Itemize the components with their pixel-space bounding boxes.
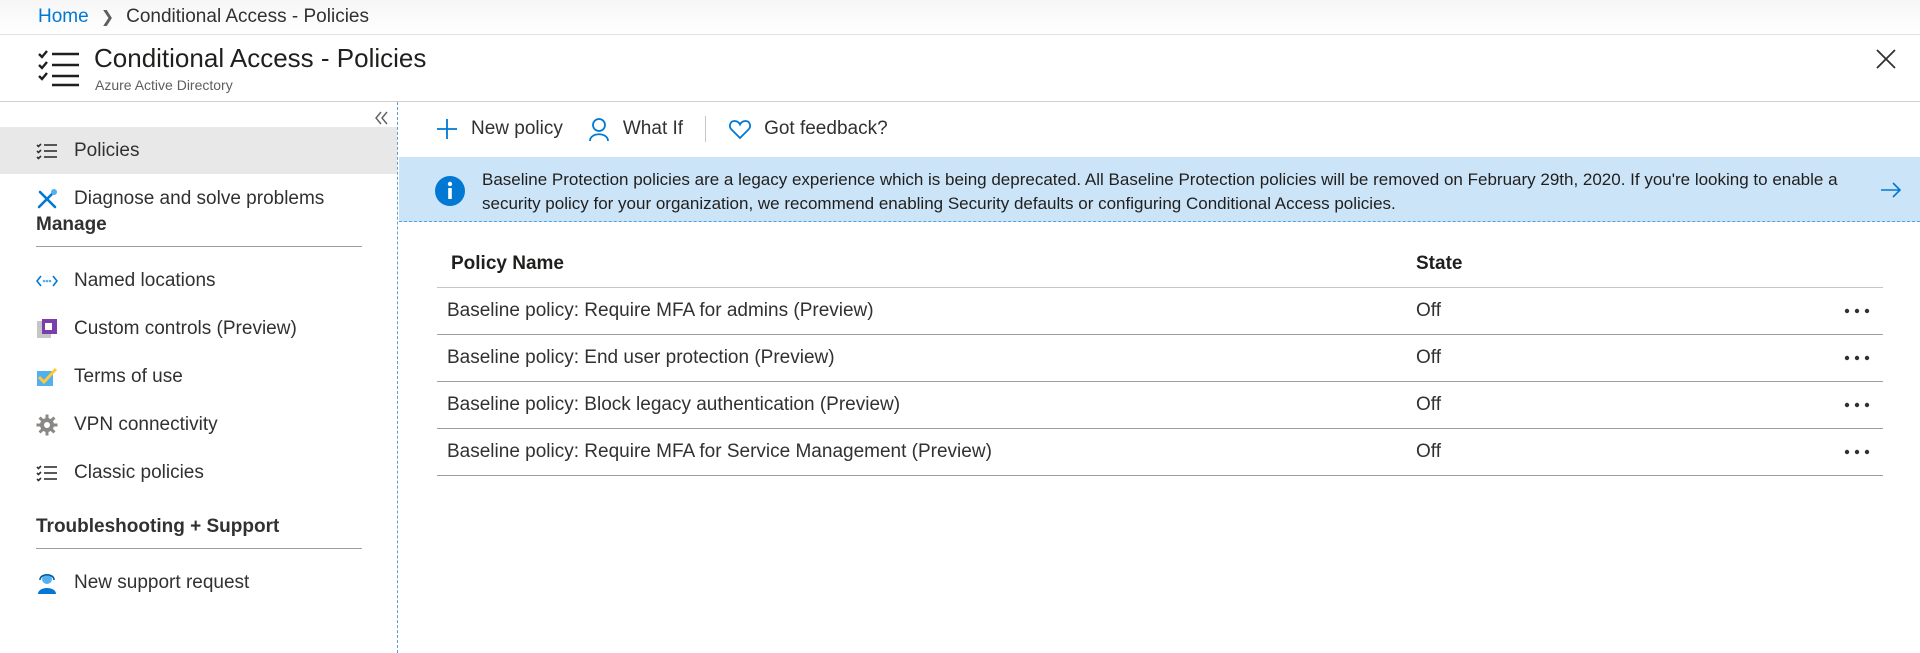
- page-title: Conditional Access - Policies: [94, 43, 427, 73]
- policy-state-cell: Off: [1416, 347, 1441, 368]
- collapse-chevrons-icon[interactable]: [373, 110, 389, 126]
- feedback-label: Got feedback?: [764, 118, 888, 139]
- table-row[interactable]: Baseline policy: Block legacy authentica…: [437, 382, 1883, 429]
- deprecation-banner[interactable]: Baseline Protection policies are a legac…: [399, 157, 1920, 222]
- custom-controls-icon: [36, 318, 58, 340]
- sidebar-item-vpn-connectivity[interactable]: VPN connectivity: [0, 401, 397, 448]
- main-content: New policy What If Got feedback? Baselin…: [399, 102, 1920, 653]
- policy-name-cell: Baseline policy: Require MFA for Service…: [447, 441, 992, 462]
- policy-name-cell: Baseline policy: Require MFA for admins …: [447, 300, 874, 321]
- what-if-label: What If: [622, 118, 684, 139]
- policy-name-cell: Baseline policy: Block legacy authentica…: [447, 394, 901, 415]
- sidebar-item-label: Classic policies: [74, 461, 204, 483]
- sidebar-item-label: New support request: [74, 571, 250, 593]
- sidebar-item-terms-of-use[interactable]: Terms of use: [0, 353, 397, 400]
- breadcrumb: Home ❯ Conditional Access - Policies: [0, 0, 1920, 35]
- tools-icon: [36, 188, 58, 210]
- support-section-header: Troubleshooting + Support: [36, 516, 362, 549]
- named-locations-icon: [36, 270, 58, 292]
- policy-state-cell: Off: [1416, 300, 1441, 321]
- table-header: Policy Name State: [437, 240, 1883, 288]
- sidebar-item-label: VPN connectivity: [74, 413, 218, 435]
- sidebar-item-named-locations[interactable]: Named locations: [0, 257, 397, 304]
- table-row[interactable]: Baseline policy: End user protection (Pr…: [437, 335, 1883, 382]
- feedback-button[interactable]: Got feedback?: [728, 117, 888, 141]
- toolbar-divider: [705, 116, 707, 142]
- person-icon: [588, 118, 609, 141]
- table-row[interactable]: Baseline policy: Require MFA for Service…: [437, 429, 1883, 476]
- command-bar: New policy What If Got feedback?: [399, 102, 888, 156]
- info-icon: [435, 176, 465, 206]
- support-person-icon: [36, 572, 58, 594]
- policies-table: Policy Name State Baseline policy: Requi…: [437, 240, 1883, 476]
- left-nav: Policies Diagnose and solve problems Man…: [0, 102, 398, 653]
- sidebar-item-label: Policies: [74, 139, 140, 161]
- new-policy-label: New policy: [471, 118, 563, 139]
- heart-icon: [729, 120, 752, 140]
- sidebar-item-label: Custom controls (Preview): [74, 317, 297, 339]
- policy-state-cell: Off: [1416, 394, 1441, 415]
- close-icon[interactable]: [1874, 47, 1898, 71]
- breadcrumb-home-link[interactable]: Home: [38, 6, 89, 28]
- page-subtitle: Azure Active Directory: [95, 77, 233, 93]
- sidebar-item-label: Terms of use: [74, 365, 183, 387]
- manage-section-header: Manage: [36, 214, 362, 247]
- sidebar-item-policies[interactable]: Policies: [0, 127, 397, 174]
- more-options-icon[interactable]: [1843, 306, 1871, 316]
- chevron-right-icon: ❯: [100, 9, 115, 26]
- sidebar-item-custom-controls[interactable]: Custom controls (Preview): [0, 305, 397, 352]
- what-if-button[interactable]: What If: [587, 117, 683, 141]
- column-header-state[interactable]: State: [1416, 253, 1816, 275]
- more-options-icon[interactable]: [1843, 447, 1871, 457]
- list-icon: [36, 140, 58, 162]
- column-header-policy-name[interactable]: Policy Name: [437, 253, 1416, 275]
- policy-list-icon: [38, 50, 79, 87]
- more-options-icon[interactable]: [1843, 353, 1871, 363]
- new-policy-button[interactable]: New policy: [435, 117, 563, 141]
- arrow-right-icon[interactable]: [1880, 181, 1902, 199]
- breadcrumb-current: Conditional Access - Policies: [126, 6, 369, 27]
- sidebar-item-label: Named locations: [74, 269, 216, 291]
- sidebar-item-classic-policies[interactable]: Classic policies: [0, 449, 397, 496]
- list-icon: [36, 462, 58, 484]
- plus-icon: [437, 119, 457, 139]
- blade-header: Conditional Access - Policies Azure Acti…: [0, 35, 1920, 102]
- policy-state-cell: Off: [1416, 441, 1441, 462]
- checkbox-icon: [36, 366, 58, 388]
- sidebar-item-new-support-request[interactable]: New support request: [0, 559, 397, 606]
- sidebar-item-label: Diagnose and solve problems: [74, 187, 325, 209]
- gear-icon: [36, 414, 58, 436]
- more-options-icon[interactable]: [1843, 400, 1871, 410]
- table-row[interactable]: Baseline policy: Require MFA for admins …: [437, 288, 1883, 335]
- banner-message: Baseline Protection policies are a legac…: [482, 170, 1838, 213]
- policy-name-cell: Baseline policy: End user protection (Pr…: [447, 347, 835, 368]
